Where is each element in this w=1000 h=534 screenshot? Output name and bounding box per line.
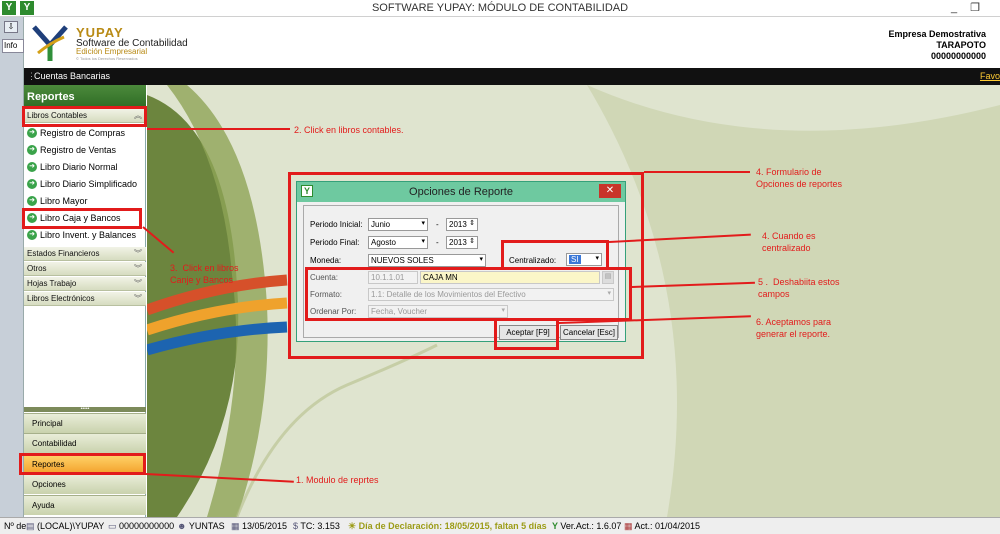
group-label: Estados Financieros (27, 249, 100, 258)
arrow-icon: ➜ (27, 179, 37, 189)
company-city: TARAPOTO (936, 40, 986, 50)
status-value: Act.: 01/04/2015 (634, 521, 701, 531)
window-title: SOFTWARE YUPAY: MÓDULO DE CONTABILIDAD (371, 2, 629, 14)
annotation-2: 2. Click en libros contables. (294, 125, 404, 135)
database-icon: ▤ (26, 521, 38, 531)
arrow-icon: ➜ (27, 145, 37, 155)
brand-edition: Edición Empresarial (76, 47, 148, 56)
arrow-icon: ➜ (27, 196, 37, 206)
status-version: Y Ver.Act.: 1.6.07 (550, 520, 623, 533)
annotation-3: 3. Click en libros Canje y Bancos (170, 263, 239, 285)
annotation-6: 6. Aceptamos para generar el reporte. (756, 317, 832, 339)
sidebar-title: Reportes (24, 85, 146, 107)
status-ruc: ▭ 00000000000 (106, 520, 176, 533)
item-label: Libro Diario Normal (40, 162, 118, 172)
nav-ayuda[interactable]: Ayuda (24, 495, 146, 515)
group-label: Libros Electrónicos (27, 294, 95, 303)
status-user: ☻ YUNTAS (175, 520, 227, 533)
company-ruc: 00000000000 (930, 51, 986, 61)
user-icon: ☻ (177, 521, 189, 531)
highlight-reportes (19, 453, 146, 475)
nav-contabilidad[interactable]: Contabilidad (24, 433, 146, 453)
item-label: Libro Diario Simplificado (40, 179, 138, 189)
connector-line (147, 128, 290, 130)
splitter-handle[interactable]: ••••• (24, 407, 146, 412)
window-titlebar: Y Y SOFTWARE YUPAY: MÓDULO DE CONTABILID… (0, 0, 1000, 17)
connector-line (644, 171, 750, 173)
refresh-icon[interactable]: ⇩ (4, 21, 18, 33)
chevron-down-icon: ︾ (134, 264, 142, 273)
annotation-1: 1. Modulo de reprtes (296, 475, 379, 485)
id-card-icon: ▭ (108, 521, 120, 531)
yupay-logo-icon (30, 23, 70, 63)
chevron-down-icon: ︾ (134, 249, 142, 258)
sidebar-item-diario-normal[interactable]: ➜ Libro Diario Normal (24, 159, 146, 176)
sidebar-item-registro-compras[interactable]: ➜ Registro de Compras (24, 125, 146, 142)
group-libros-electronicos[interactable]: Libros Electrónicos ︾ (24, 292, 146, 306)
chevron-down-icon: ︾ (134, 279, 142, 288)
highlight-libros-contables (22, 106, 147, 127)
item-label: Registro de Ventas (40, 145, 117, 155)
restore-button[interactable]: ❐ (966, 1, 984, 15)
highlight-caja-bancos (22, 208, 142, 229)
sidebar-item-registro-ventas[interactable]: ➜ Registro de Ventas (24, 142, 146, 159)
brand-tagline: © Todos los Derechos Reservados (76, 56, 138, 61)
highlight-centralizado (501, 240, 609, 270)
calendar-icon: ▦ (624, 521, 635, 531)
item-label: Registro de Compras (40, 128, 126, 138)
status-value: TC: 3.153 (300, 521, 340, 531)
status-tc: $ TC: 3.153 (291, 520, 342, 533)
annotation-4-centralizado: 4. Cuando es centralizado (762, 231, 816, 253)
sidebar-item-invent-balances[interactable]: ➜ Libro Invent. y Balances (24, 227, 146, 244)
group-label: Otros (27, 264, 47, 273)
annotation-5: 5 . Deshabiita estos campos (758, 277, 840, 299)
status-value: (LOCAL)\YUPAY (37, 521, 105, 531)
highlight-aceptar (494, 318, 559, 350)
nav-principal[interactable]: Principal (24, 413, 146, 433)
status-date: ▦ 13/05/2015 (229, 520, 289, 533)
arrow-icon: ➜ (27, 128, 37, 138)
menu-item-cuentas-bancarias[interactable]: Cuentas Bancarias (34, 71, 110, 81)
status-value: Ver.Act.: 1.6.07 (560, 521, 622, 531)
sidebar-item-diario-simplificado[interactable]: ➜ Libro Diario Simplificado (24, 176, 146, 193)
calendar-icon: ▦ (231, 521, 243, 531)
chevron-down-icon: ︾ (134, 294, 142, 303)
status-value: 13/05/2015 (242, 521, 288, 531)
info-tab[interactable]: Info (2, 39, 24, 53)
status-value: Día de Declaración: 18/05/2015, faltan 5… (358, 521, 547, 531)
nav-opciones[interactable]: Opciones (24, 474, 146, 494)
status-server: ▤ (LOCAL)\YUPAY (24, 520, 106, 533)
item-label: Libro Mayor (40, 196, 88, 206)
arrow-icon: ➜ (27, 162, 37, 172)
company-name: Empresa Demostrativa (888, 29, 986, 39)
group-otros[interactable]: Otros ︾ (24, 262, 146, 276)
left-strip: ⇩ Info (0, 17, 24, 517)
statusbar: Nº de ▤ (LOCAL)\YUPAY ▭ 00000000000 ☻ YU… (0, 517, 1000, 534)
annotation-4-form: 4. Formulario de Opciones de reportes (756, 167, 843, 189)
status-value: 00000000000 (119, 521, 175, 531)
menubar: ⋮ Cuentas Bancarias Favo (24, 68, 1000, 85)
highlight-disabled-fields (305, 267, 632, 321)
group-label: Hojas Trabajo (27, 279, 77, 288)
status-declaracion: ☀ Día de Declaración: 18/05/2015, faltan… (346, 520, 549, 533)
favorites-link[interactable]: Favo (980, 71, 1000, 81)
item-label: Libro Invent. y Balances (40, 230, 137, 240)
minimize-button[interactable]: _ (945, 1, 963, 15)
app-header: YUPAY Software de Contabilidad Edición E… (24, 17, 1000, 68)
lightbulb-icon: ☀ (348, 521, 359, 531)
status-value: YUNTAS (188, 521, 225, 531)
arrow-icon: ➜ (27, 230, 37, 240)
status-actualizacion: ▦ Act.: 01/04/2015 (622, 520, 702, 533)
group-hojas-trabajo[interactable]: Hojas Trabajo ︾ (24, 277, 146, 291)
company-info: Empresa Demostrativa TARAPOTO 0000000000… (888, 29, 986, 62)
group-estados-financieros[interactable]: Estados Financieros ︾ (24, 247, 146, 261)
